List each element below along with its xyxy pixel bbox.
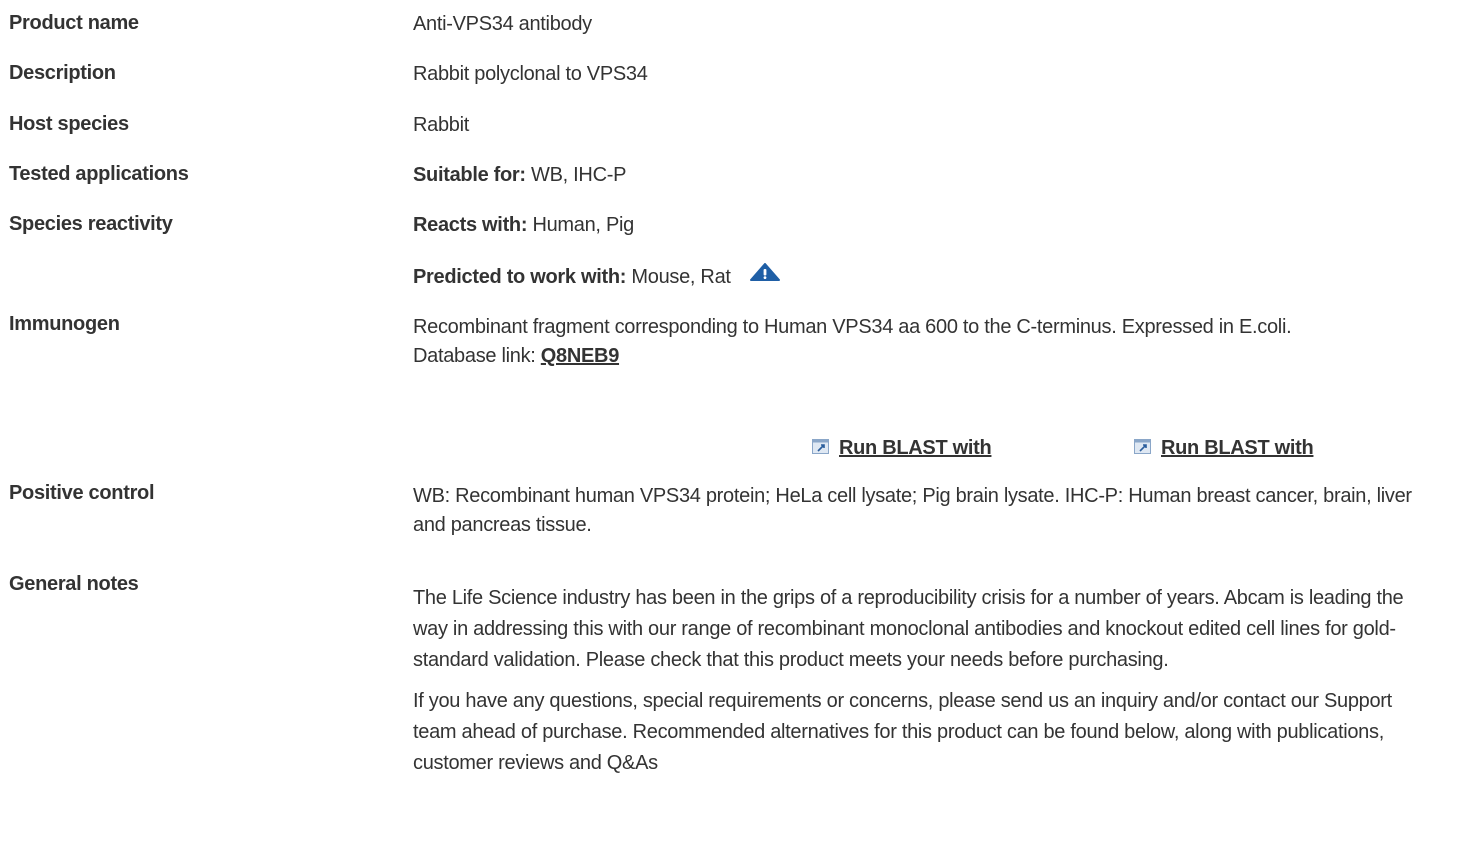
row-label: General notes — [9, 573, 139, 595]
row-label: Immunogen — [9, 313, 120, 335]
row-label: Description — [9, 62, 116, 84]
row-value: Suitable for: WB, IHC-P — [413, 163, 1433, 187]
general-notes-paragraph: If you have any questions, special requi… — [413, 690, 1392, 774]
general-notes-paragraph: The Life Science industry has been in th… — [413, 587, 1404, 671]
product-datasheet: Product name Anti-VPS34 antibody Descrip… — [0, 0, 1461, 856]
row-value: Reacts with: Human, Pig — [413, 213, 1433, 237]
run-blast-label: Run BLAST with — [1161, 437, 1314, 459]
value-text: WB, IHC-P — [525, 164, 627, 186]
row-value: Recombinant fragment corresponding to Hu… — [413, 313, 1433, 371]
run-blast-link-1[interactable]: Run BLAST with — [812, 437, 992, 460]
database-link[interactable]: Q8NEB9 — [541, 345, 620, 367]
value-text: Human, Pig — [527, 214, 634, 236]
row-value: Anti-VPS34 antibody — [413, 13, 592, 35]
value-prefix: Predicted to work with: — [413, 266, 627, 288]
immunogen-text: Recombinant fragment corresponding to Hu… — [413, 316, 1292, 338]
database-link-line: Database link: Q8NEB9 — [413, 342, 1433, 371]
row-value: The Life Science industry has been in th… — [413, 583, 1433, 779]
external-window-icon — [1134, 437, 1151, 454]
row-label: Tested applications — [9, 163, 189, 185]
run-blast-link-2[interactable]: Run BLAST with — [1134, 437, 1314, 460]
row-label: Species reactivity — [9, 213, 173, 235]
row-value: Rabbit polyclonal to VPS34 — [413, 63, 648, 85]
value-prefix: Suitable for: — [413, 164, 526, 186]
row-value: WB: Recombinant human VPS34 protein; HeL… — [413, 485, 1412, 536]
row-label: Positive control — [9, 482, 155, 504]
external-window-icon — [812, 437, 829, 454]
value-prefix: Reacts with: — [413, 214, 528, 236]
database-link-prefix: Database link: — [413, 345, 541, 367]
warning-triangle-icon[interactable] — [749, 263, 780, 287]
row-label: Product name — [9, 12, 139, 34]
row-value: Predicted to work with: Mouse, Rat — [413, 263, 1433, 289]
row-value: Rabbit — [413, 114, 470, 136]
value-text: Mouse, Rat — [626, 266, 731, 288]
run-blast-label: Run BLAST with — [839, 437, 992, 459]
row-label: Host species — [9, 113, 129, 135]
